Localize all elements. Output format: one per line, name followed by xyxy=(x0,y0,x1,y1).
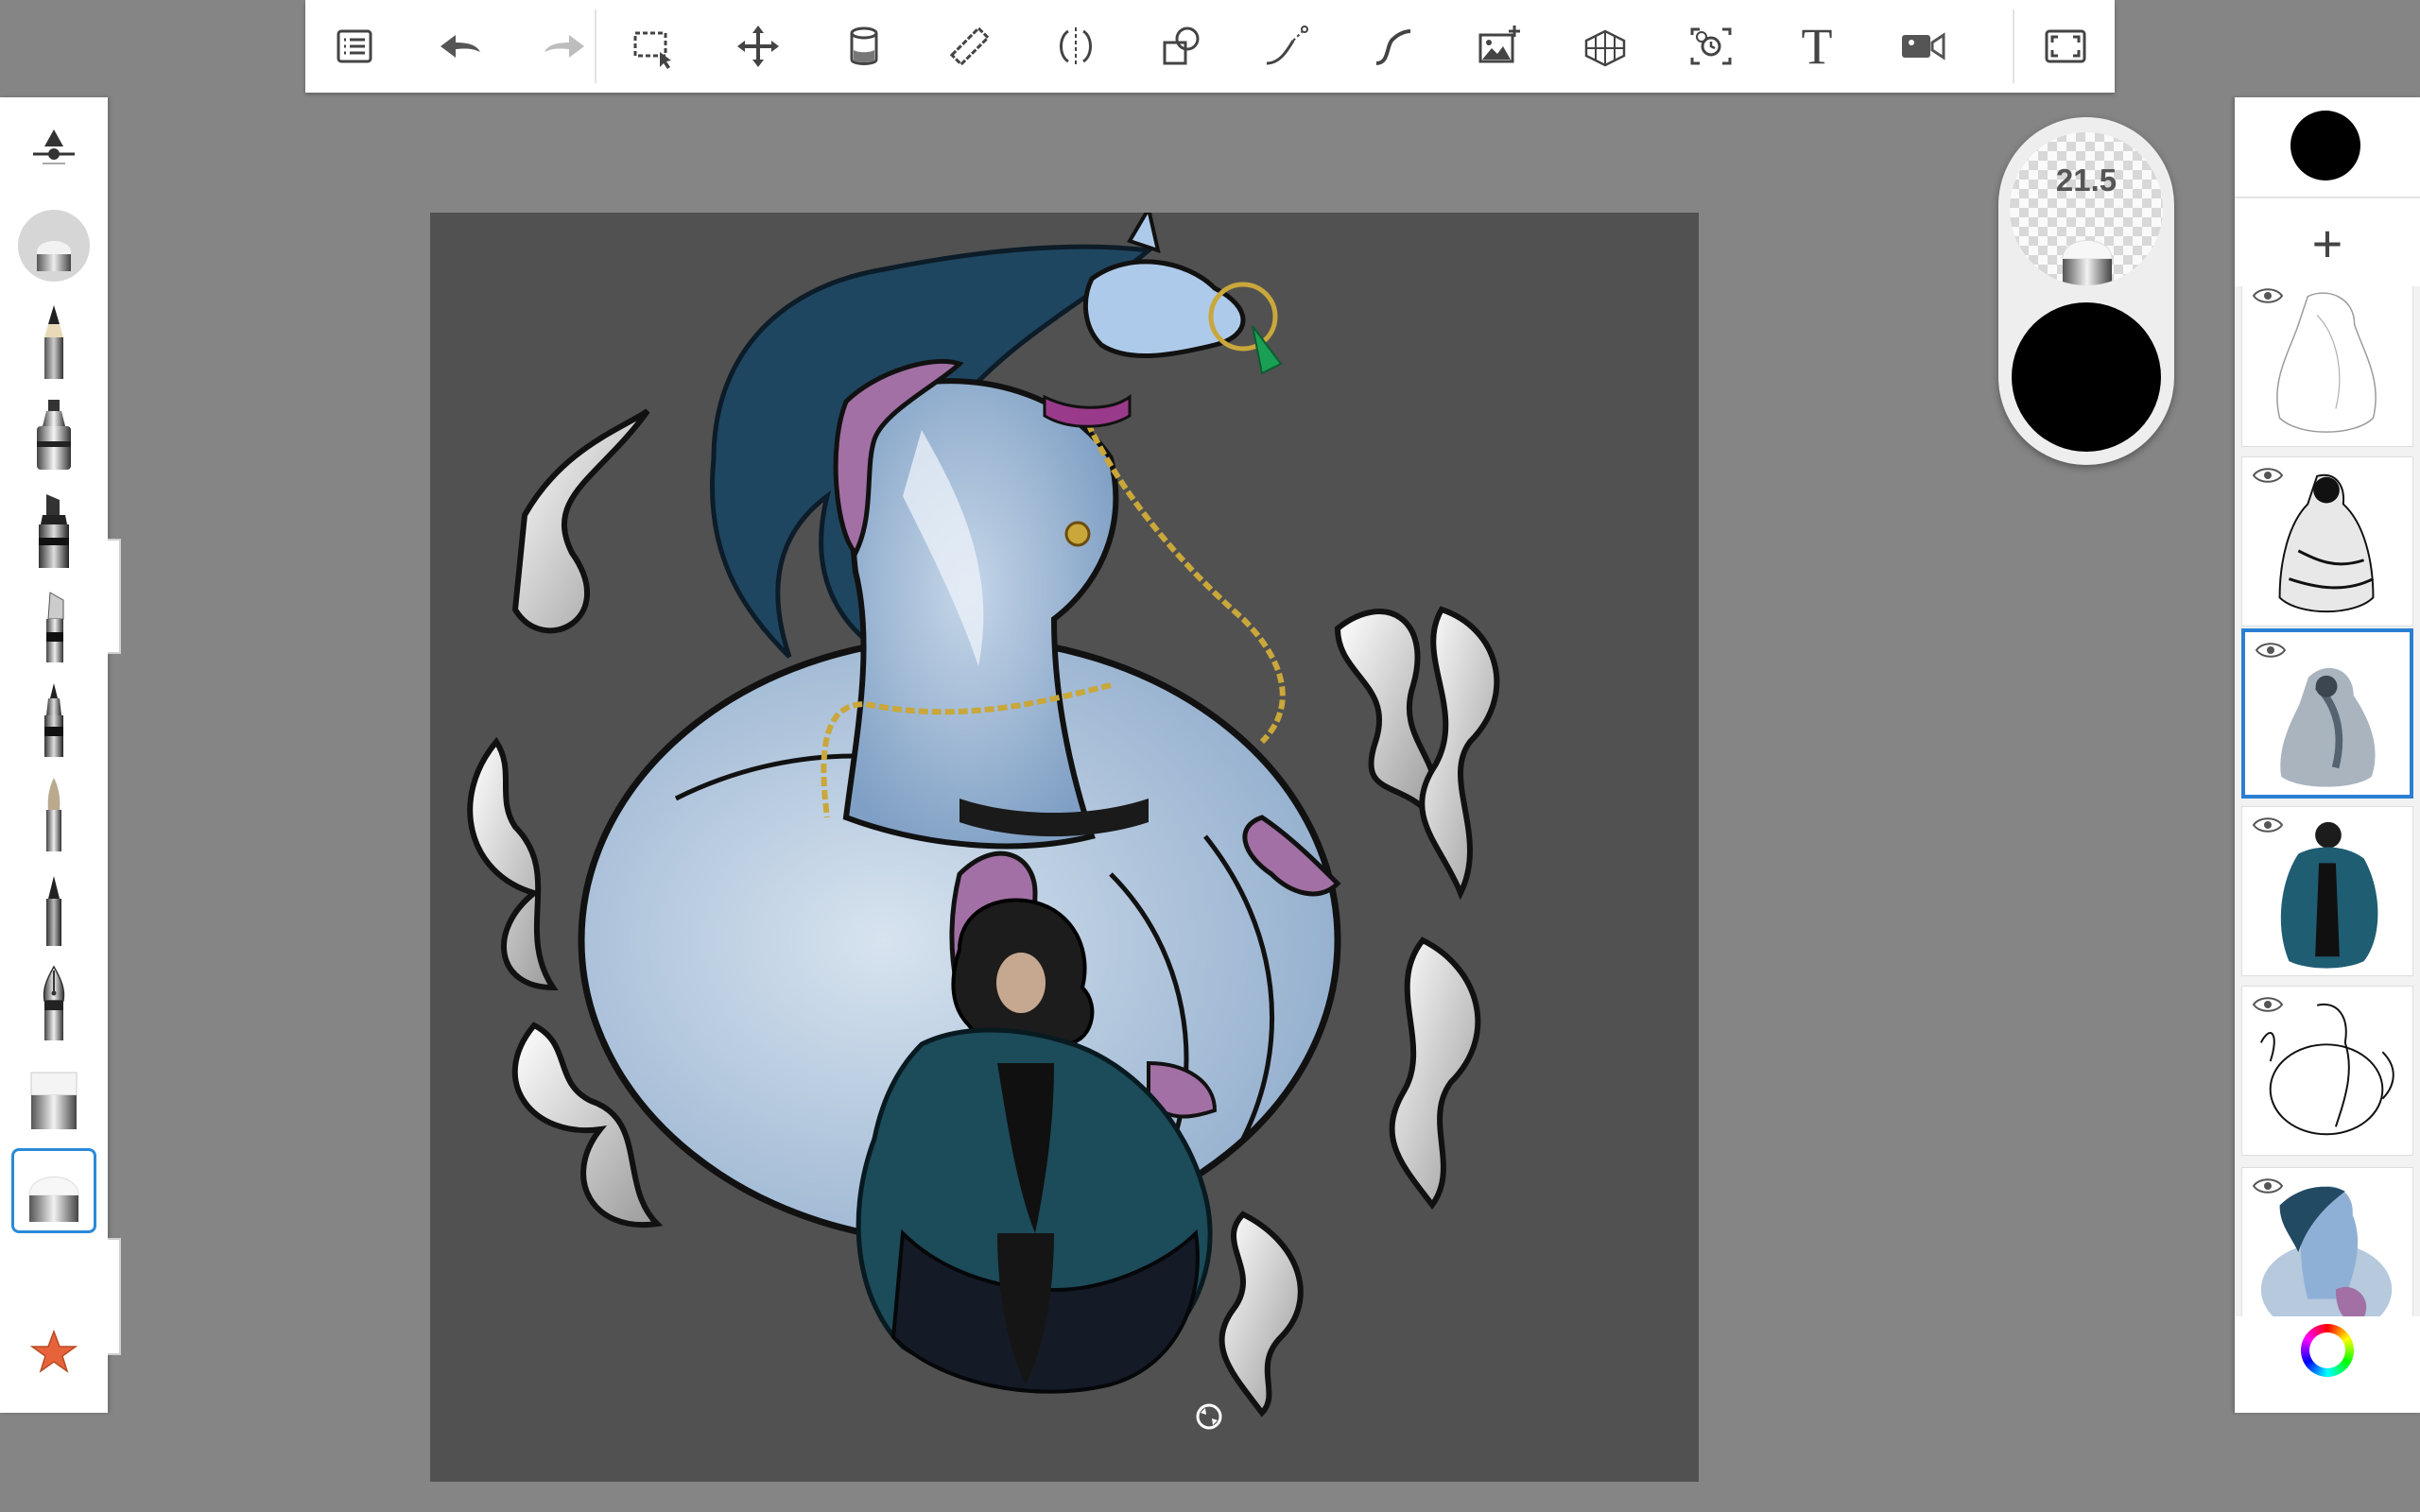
layers-list[interactable] xyxy=(2235,286,2420,1316)
layer-panel: + xyxy=(2235,97,2420,1413)
color-wheel-icon[interactable] xyxy=(2301,1324,2354,1377)
layer-visibility-eye-icon[interactable] xyxy=(2252,815,2284,835)
fullscreen-icon[interactable] xyxy=(2032,13,2099,79)
ruler-icon[interactable] xyxy=(937,13,1003,79)
ballpoint-pen-icon[interactable] xyxy=(11,676,96,761)
soft-eraser-icon[interactable] xyxy=(11,1148,96,1233)
marquee-select-icon[interactable] xyxy=(619,13,685,79)
add-layer-button[interactable]: + xyxy=(2235,197,2420,291)
curve-stroke-icon[interactable] xyxy=(1254,13,1321,79)
layer-thumbnail-selected[interactable] xyxy=(2241,628,2413,799)
layer-visibility-eye-icon[interactable] xyxy=(2252,465,2284,486)
pencil-icon[interactable] xyxy=(11,298,96,383)
toolbar-separator xyxy=(2013,9,2014,83)
canvas-rotate-icon[interactable] xyxy=(1195,1402,1223,1431)
layer-visibility-eye-icon[interactable] xyxy=(2252,286,2284,306)
layer-thumbnail[interactable] xyxy=(2241,986,2413,1156)
brush-size-label: 21.5 xyxy=(2055,163,2118,198)
paint-bucket-icon[interactable] xyxy=(831,13,897,79)
layer-thumbnail[interactable] xyxy=(2241,1167,2413,1316)
artwork xyxy=(467,213,1500,1418)
video-camera-icon[interactable] xyxy=(1890,13,1956,79)
toolbar-separator xyxy=(595,9,596,83)
add-layer-plus: + xyxy=(2311,214,2343,273)
brush-properties-icon[interactable] xyxy=(11,109,96,194)
symmetry-icon[interactable] xyxy=(1043,13,1109,79)
layer-thumbnail[interactable] xyxy=(2241,456,2413,627)
layer-visibility-eye-icon[interactable] xyxy=(2252,994,2284,1015)
soft-eraser-icon[interactable] xyxy=(11,203,96,288)
layer-thumbnail[interactable] xyxy=(2241,806,2413,976)
shapes-icon[interactable] xyxy=(1149,13,1215,79)
brush-panel-handle-top[interactable] xyxy=(108,539,121,654)
list-icon[interactable] xyxy=(321,13,388,79)
text-icon[interactable]: T xyxy=(1784,13,1850,79)
airbrush-icon[interactable] xyxy=(11,392,96,477)
chisel-icon[interactable] xyxy=(11,581,96,666)
fountain-pen-icon[interactable] xyxy=(11,959,96,1044)
brush-puck[interactable]: 21.5 xyxy=(1998,117,2174,465)
redo-arrow-icon[interactable] xyxy=(532,13,598,79)
top-toolbar: T xyxy=(305,0,2115,93)
fine-pen-icon[interactable] xyxy=(11,865,96,950)
layer-visibility-eye-icon[interactable] xyxy=(2252,1176,2284,1196)
layer-thumbnail[interactable] xyxy=(2241,286,2413,447)
soft-eraser-icon xyxy=(2062,240,2113,285)
perspective-grid-icon[interactable] xyxy=(1572,13,1638,79)
brush-opacity-control[interactable] xyxy=(2012,302,2161,452)
time-lapse-icon[interactable] xyxy=(1678,13,1744,79)
star-icon[interactable] xyxy=(11,1309,96,1394)
brush-size-control[interactable]: 21.5 xyxy=(2010,132,2163,285)
move-arrows-icon[interactable] xyxy=(725,13,791,79)
marker-icon[interactable] xyxy=(11,487,96,572)
layer-visibility-eye-icon[interactable] xyxy=(2255,640,2287,661)
current-color-swatch[interactable] xyxy=(2290,111,2360,180)
paint-brush-icon[interactable] xyxy=(11,770,96,855)
undo-arrow-icon[interactable] xyxy=(426,13,493,79)
add-image-icon[interactable] xyxy=(1466,13,1532,79)
layer-sketch-preview xyxy=(2276,292,2377,433)
hard-eraser-icon[interactable] xyxy=(11,1054,96,1139)
s-curve-icon[interactable] xyxy=(1360,13,1426,79)
drawing-canvas[interactable] xyxy=(430,213,1699,1482)
text-tool-label: T xyxy=(1801,18,1833,75)
brush-panel-handle-bottom[interactable] xyxy=(108,1238,121,1355)
brush-palette xyxy=(0,97,108,1413)
